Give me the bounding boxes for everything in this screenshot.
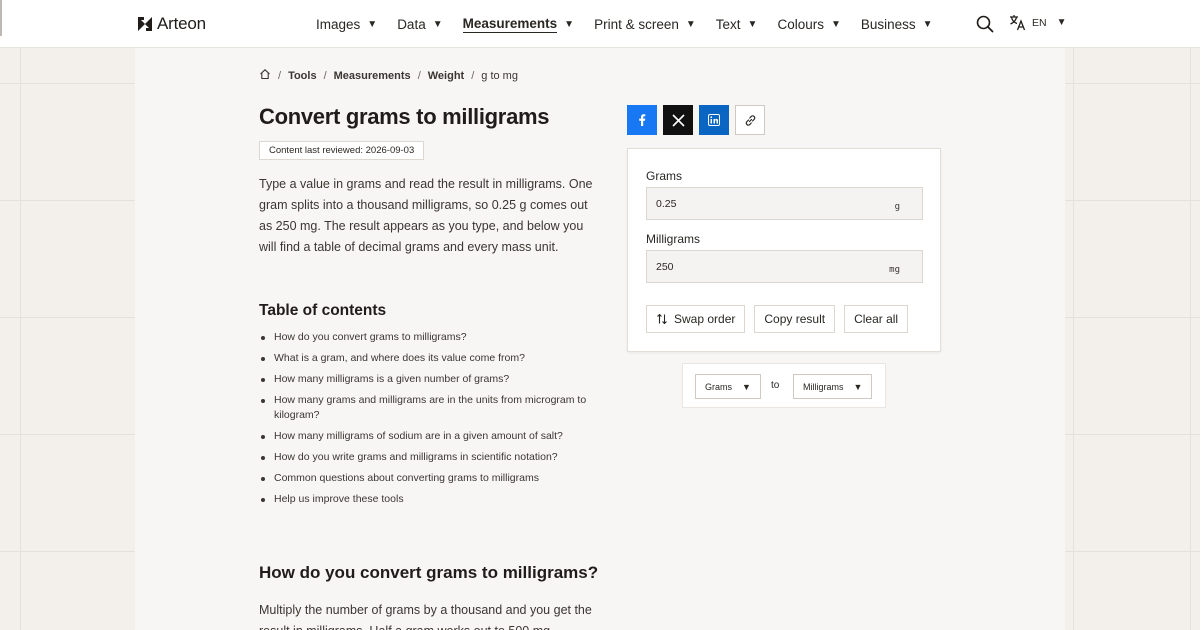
brand-name: Arteon: [157, 14, 206, 33]
facebook-icon: [639, 114, 646, 126]
section-text: Multiply the number of grams by a thousa…: [259, 603, 592, 630]
nav-item-images[interactable]: Images ▼: [316, 17, 377, 32]
brand-mark-icon: [137, 16, 153, 32]
copy-result-label: Copy result: [764, 312, 826, 326]
chevron-down-icon: ▼: [1056, 17, 1067, 28]
chevron-down-icon: ▼: [830, 18, 841, 30]
swap-order-button[interactable]: Swap order: [646, 305, 746, 333]
toc-link[interactable]: Common questions about converting grams …: [259, 471, 604, 486]
translate-icon: [1010, 15, 1026, 31]
chevron-down-icon: ▼: [742, 381, 751, 392]
to-unit-select[interactable]: Milligrams ▼: [793, 374, 873, 399]
home-icon[interactable]: [259, 68, 271, 83]
breadcrumb-measurements[interactable]: Measurements: [334, 70, 411, 82]
breadcrumb-separator: /: [417, 69, 421, 82]
copy-link-button[interactable]: [735, 105, 765, 135]
toc-link[interactable]: How many grams and milligrams are in the…: [259, 393, 604, 423]
chevron-down-icon: ▼: [922, 18, 933, 30]
breadcrumb-weight[interactable]: Weight: [428, 70, 464, 82]
toc-title: Table of contents: [259, 302, 387, 319]
table-of-contents: How do you convert grams to milligrams? …: [259, 330, 604, 513]
chevron-down-icon: ▼: [564, 18, 575, 30]
toc-link[interactable]: What is a gram, and where does its value…: [259, 351, 604, 366]
language-selector[interactable]: EN ▼: [1009, 14, 1067, 31]
toc-link[interactable]: How do you convert grams to milligrams?: [259, 330, 604, 345]
intro-text: Type a value in grams and read the resul…: [259, 177, 593, 254]
review-label: Content last reviewed:: [269, 145, 363, 156]
window-edge: [0, 0, 2, 36]
breadcrumb-separator: /: [278, 69, 282, 82]
milligrams-label: Milligrams: [646, 232, 700, 246]
brand-logo[interactable]: Arteon: [137, 14, 206, 34]
main-nav: Images ▼ Data ▼ Measurements ▼ Print & scre…: [316, 0, 953, 48]
toc-link[interactable]: Help us improve these tools: [259, 492, 604, 507]
chevron-down-icon: ▼: [853, 381, 863, 392]
nav-item-colours[interactable]: Colours ▼: [777, 17, 840, 32]
nav-item-data[interactable]: Data ▼: [397, 17, 442, 32]
milligrams-unit: mg: [889, 265, 900, 275]
grams-input[interactable]: [647, 197, 867, 210]
chevron-down-icon: ▼: [367, 18, 378, 30]
breadcrumb-tools[interactable]: Tools: [288, 70, 317, 82]
content-card: / Tools / Measurements / Weight / g to m…: [135, 48, 1065, 630]
to-unit-value: Milligrams: [803, 381, 844, 392]
share-linkedin-button[interactable]: [699, 105, 729, 135]
section-heading: How do you convert grams to milligrams?: [259, 563, 599, 582]
x-icon: [671, 113, 685, 127]
share-facebook-button[interactable]: [627, 105, 657, 135]
review-date: 2026-09-03: [365, 145, 415, 156]
language-code: EN: [1032, 16, 1047, 29]
clear-all-label: Clear all: [854, 312, 899, 326]
linkedin-icon: [708, 114, 720, 126]
grams-field: g: [646, 187, 923, 220]
nav-item-text[interactable]: Text ▼: [716, 17, 758, 32]
nav-item-print-screen[interactable]: Print & screen ▼: [594, 17, 696, 32]
breadcrumb: / Tools / Measurements / Weight / g to m…: [259, 68, 518, 83]
review-date-badge: Content last reviewed: 2026-09-03: [259, 141, 425, 160]
copy-result-button[interactable]: Copy result: [754, 305, 836, 333]
breadcrumb-separator: /: [471, 69, 475, 82]
toc-link[interactable]: How many milligrams is a given number of…: [259, 372, 604, 387]
toc-link[interactable]: How many milligrams of sodium are in a g…: [259, 429, 604, 444]
converter-actions: Swap order Copy result Clear all: [646, 305, 909, 333]
chevron-down-icon: ▼: [747, 18, 758, 30]
chevron-down-icon: ▼: [432, 18, 443, 30]
share-bar: [627, 105, 765, 135]
swap-icon: [657, 313, 667, 325]
share-x-button[interactable]: [663, 105, 693, 135]
chevron-down-icon: ▼: [685, 18, 696, 30]
from-unit-select[interactable]: Grams ▼: [695, 374, 761, 399]
top-header: Arteon Images ▼ Data ▼ Measurements ▼ Print…: [0, 0, 1200, 48]
swap-order-label: Swap order: [674, 312, 736, 326]
grams-label: Grams: [646, 169, 682, 183]
search-button[interactable]: [975, 14, 995, 34]
nav-item-measurements[interactable]: Measurements ▼: [462, 16, 575, 33]
page-title: Convert grams to milligrams: [259, 104, 550, 129]
search-icon: [976, 15, 994, 33]
breadcrumb-separator: /: [323, 69, 327, 82]
unit-connector: to: [771, 380, 780, 391]
grams-unit: g: [894, 202, 900, 212]
milligrams-input[interactable]: [647, 260, 867, 273]
toc-link[interactable]: How do you write grams and milligrams in…: [259, 450, 604, 465]
from-unit-value: Grams: [705, 381, 732, 392]
nav-item-business[interactable]: Business ▼: [861, 17, 933, 32]
milligrams-field: mg: [646, 250, 923, 283]
unit-picker: Grams ▼ to Milligrams ▼: [682, 363, 886, 408]
link-icon: [745, 114, 755, 126]
breadcrumb-current: g to mg: [481, 69, 518, 82]
clear-all-button[interactable]: Clear all: [844, 305, 909, 333]
converter-panel: Grams g Milligrams mg Swap order Copy re…: [627, 148, 941, 352]
